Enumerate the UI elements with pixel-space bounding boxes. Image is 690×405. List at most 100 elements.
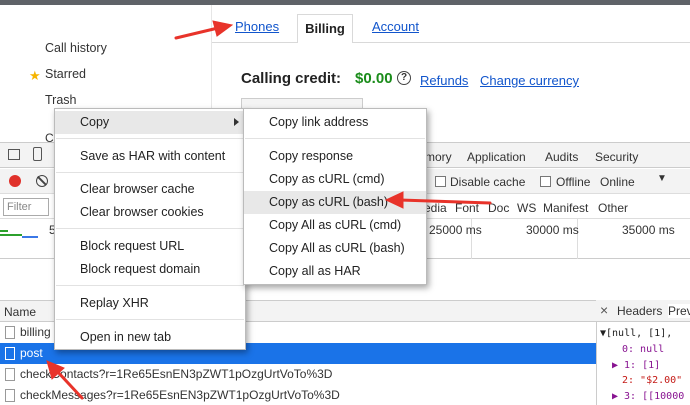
- filter-font[interactable]: Font: [455, 201, 479, 215]
- menu-item-copy-all-curl-cmd[interactable]: Copy All as cURL (cmd): [244, 214, 426, 237]
- tabs-divider: [212, 42, 690, 43]
- timeline-bar: [22, 236, 38, 238]
- menu-item-copy-link-address[interactable]: Copy link address: [244, 111, 426, 134]
- menu-item-clear-cache[interactable]: Clear browser cache: [55, 178, 245, 201]
- menu-item-copy-all-har[interactable]: Copy all as HAR: [244, 260, 426, 283]
- file-icon: [5, 347, 15, 360]
- request-name: billing: [20, 325, 51, 339]
- annotation-arrowhead: [212, 20, 234, 37]
- file-icon: [5, 326, 15, 339]
- request-name: checkMessages?r=1Re65EsnEN3pZWT1pOzgUrtV…: [20, 388, 340, 402]
- menu-item-label: Clear browser cookies: [80, 205, 204, 219]
- request-name: post: [20, 346, 43, 360]
- menu-item-copy-all-curl-bash[interactable]: Copy All as cURL (bash): [244, 237, 426, 260]
- tab-billing[interactable]: Billing: [297, 14, 353, 43]
- menu-separator: [56, 285, 244, 286]
- menu-item-replay-xhr[interactable]: Replay XHR: [55, 292, 245, 315]
- calling-credit-label: Calling credit:: [241, 70, 342, 87]
- disable-cache-checkbox[interactable]: [435, 176, 446, 187]
- clear-icon[interactable]: [36, 175, 48, 187]
- record-icon[interactable]: [9, 175, 21, 187]
- menu-item-copy-curl-cmd[interactable]: Copy as cURL (cmd): [244, 168, 426, 191]
- throttle-select[interactable]: Online: [600, 175, 635, 189]
- menu-item-label: Copy all as HAR: [269, 264, 361, 278]
- menu-item-block-domain[interactable]: Block request domain: [55, 258, 245, 281]
- menu-item-block-url[interactable]: Block request URL: [55, 235, 245, 258]
- menu-item-clear-cookies[interactable]: Clear browser cookies: [55, 201, 245, 224]
- inspect-icon[interactable]: [8, 149, 20, 160]
- menu-item-open-new-tab[interactable]: Open in new tab: [55, 326, 245, 349]
- menu-item-copy-curl-bash[interactable]: Copy as cURL (bash): [244, 191, 426, 214]
- menu-item-label: Copy response: [269, 149, 354, 163]
- sidebar-item-trash[interactable]: Trash: [45, 93, 77, 107]
- disable-cache-label: Disable cache: [450, 175, 526, 189]
- timeline-label: 25000 ms: [429, 223, 482, 237]
- file-icon: [5, 368, 15, 381]
- menu-separator: [56, 138, 244, 139]
- tab-phones[interactable]: Phones: [235, 19, 279, 34]
- timeline-label: 30000 ms: [526, 223, 579, 237]
- tab-account[interactable]: Account: [372, 19, 419, 34]
- menu-item-label: Block request domain: [80, 262, 201, 276]
- filter-input[interactable]: Filter: [3, 198, 49, 216]
- menu-separator: [56, 228, 244, 229]
- change-currency-link[interactable]: Change currency: [480, 73, 579, 88]
- copy-submenu: Copy link address Copy response Copy as …: [243, 108, 427, 285]
- menu-separator: [245, 138, 425, 139]
- filter-doc[interactable]: Doc: [488, 201, 509, 215]
- menu-item-save-har[interactable]: Save as HAR with content: [55, 145, 245, 168]
- refunds-link[interactable]: Refunds: [420, 73, 468, 88]
- menu-separator: [56, 319, 244, 320]
- preview-line: 0: null: [622, 344, 665, 355]
- table-row[interactable]: checkMessages?r=1Re65EsnEN3pZWT1pOzgUrtV…: [0, 385, 596, 405]
- menu-item-label: Copy: [80, 115, 110, 129]
- file-icon: [5, 389, 15, 402]
- preview-line[interactable]: ▶ 1: [1]: [612, 360, 660, 371]
- tab-preview[interactable]: Prev: [668, 304, 690, 318]
- menu-item-label: Open in new tab: [80, 330, 172, 344]
- credit-amount: $0.00: [355, 70, 393, 87]
- preview-line: 2: "$2.00": [622, 375, 683, 386]
- sidebar-item-starred[interactable]: Starred: [45, 67, 86, 81]
- help-icon[interactable]: ?: [397, 71, 411, 85]
- filter-manifest[interactable]: Manifest: [543, 201, 588, 215]
- submenu-arrow-icon: [234, 118, 239, 126]
- device-toolbar-icon[interactable]: [33, 147, 42, 161]
- offline-checkbox[interactable]: [540, 176, 551, 187]
- menu-item-label: Copy All as cURL (cmd): [269, 218, 402, 232]
- name-column-header[interactable]: Name: [4, 305, 36, 319]
- tab-application[interactable]: Application: [467, 150, 526, 164]
- menu-item-label: Copy link address: [269, 115, 369, 129]
- menu-item-copy-response[interactable]: Copy response: [244, 145, 426, 168]
- offline-label: Offline: [556, 175, 591, 189]
- tab-audits[interactable]: Audits: [545, 150, 578, 164]
- chevron-down-icon[interactable]: ▼: [657, 173, 667, 184]
- menu-item-label: Replay XHR: [80, 296, 149, 310]
- star-icon: ★: [29, 68, 41, 83]
- context-menu: Copy Save as HAR with content Clear brow…: [54, 108, 246, 350]
- tab-billing-label: Billing: [305, 21, 345, 36]
- timeline-bar: [0, 230, 8, 232]
- tab-security[interactable]: Security: [595, 150, 638, 164]
- preview-line[interactable]: ▶ 3: [[10000: [612, 391, 684, 402]
- table-row[interactable]: checkContacts?r=1Re65EsnEN3pZWT1pOzgUrtV…: [0, 364, 596, 385]
- menu-item-label: Copy as cURL (cmd): [269, 172, 385, 186]
- menu-item-copy[interactable]: Copy: [55, 111, 245, 134]
- menu-item-label: Clear browser cache: [80, 182, 195, 196]
- menu-item-label: Save as HAR with content: [80, 149, 226, 163]
- request-name: checkContacts?r=1Re65EsnEN3pZWT1pOzgUrtV…: [20, 367, 333, 381]
- timeline-label: 35000 ms: [622, 223, 675, 237]
- filter-other[interactable]: Other: [598, 201, 628, 215]
- preview-line[interactable]: ▼[null, [1],: [600, 328, 672, 339]
- tab-headers[interactable]: Headers: [617, 304, 662, 318]
- menu-item-label: Copy All as cURL (bash): [269, 241, 405, 255]
- close-icon[interactable]: ×: [600, 302, 608, 318]
- detail-tabbar: × Headers Prev: [596, 300, 690, 322]
- tab-memory[interactable]: mory: [425, 150, 452, 164]
- filter-ws[interactable]: WS: [517, 201, 536, 215]
- filter-media[interactable]: edia: [424, 201, 447, 215]
- menu-item-label: Block request URL: [80, 239, 185, 253]
- menu-item-label: Copy as cURL (bash): [269, 195, 389, 209]
- timeline-bar: [0, 234, 22, 236]
- sidebar-item-call-history[interactable]: Call history: [45, 41, 107, 55]
